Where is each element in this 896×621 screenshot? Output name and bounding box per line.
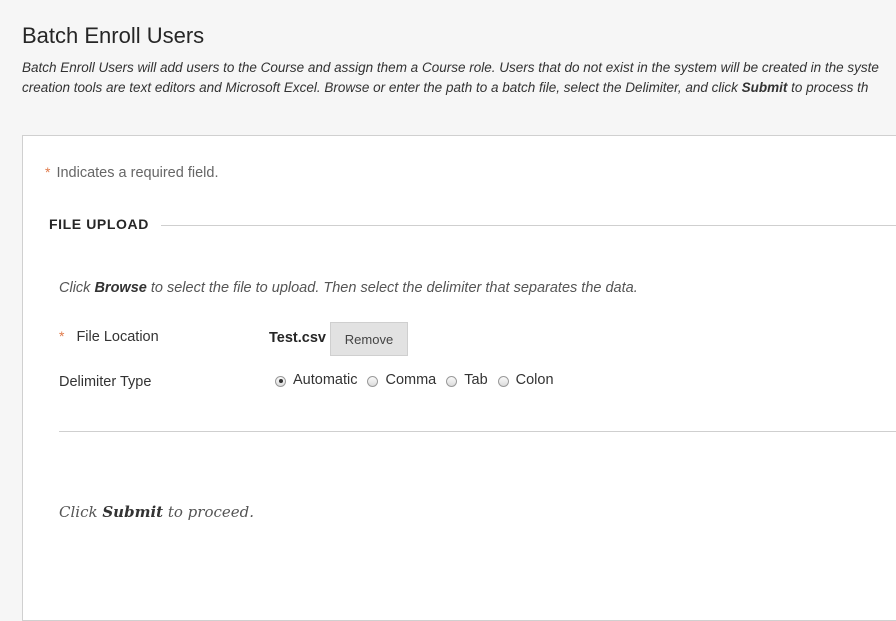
section-divider: [161, 225, 896, 226]
file-upload-section-header: FILE UPLOAD: [49, 216, 896, 236]
instructions-line1: Batch Enroll Users will add users to the…: [22, 60, 879, 75]
file-location-row: * File Location Test.csv Remove: [59, 322, 896, 356]
required-asterisk-icon: *: [45, 164, 51, 180]
upload-instructions-suffix: to select the file to upload. Then selec…: [146, 280, 638, 296]
submit-instructions-bold: Submit: [102, 503, 164, 521]
delimiter-option-label: Colon: [515, 372, 554, 388]
upload-instructions-browse: Browse: [94, 280, 147, 296]
form-divider: [59, 431, 896, 432]
delimiter-option-label: Comma: [385, 372, 437, 388]
instructions-line2: creation tools are text editors and Micr…: [22, 79, 742, 95]
delimiter-option-comma[interactable]: Comma: [367, 372, 436, 388]
upload-instructions-prefix: Click: [59, 280, 95, 296]
page-title: Batch Enroll Users: [22, 23, 205, 48]
file-location-label: * File Location: [59, 328, 159, 345]
instructions-line2-end: to process th: [787, 79, 869, 95]
required-field-note: * Indicates a required field.: [45, 164, 218, 181]
upload-instructions: Click Browse to select the file to uploa…: [59, 280, 638, 296]
delimiter-option-automatic[interactable]: Automatic: [275, 372, 357, 388]
section-title: FILE UPLOAD: [49, 216, 149, 232]
delimiter-type-row: Delimiter Type Automatic Comma Tab Colon: [59, 368, 896, 402]
delimiter-type-label: Delimiter Type: [59, 374, 152, 390]
page-header: Batch Enroll Users Batch Enroll Users wi…: [22, 20, 896, 97]
submit-instructions-prefix: Click: [59, 503, 103, 521]
required-note-text: Indicates a required field.: [56, 165, 219, 181]
instructions-submit-emphasis: Submit: [741, 79, 788, 95]
delimiter-option-label: Tab: [464, 372, 488, 388]
remove-file-button[interactable]: Remove: [330, 322, 408, 356]
file-location-label-text: File Location: [76, 329, 159, 345]
radio-unchecked-icon[interactable]: [446, 375, 458, 387]
radio-unchecked-icon[interactable]: [367, 375, 379, 387]
delimiter-option-tab[interactable]: Tab: [446, 372, 488, 388]
submit-instructions-suffix: to proceed.: [163, 503, 255, 521]
delimiter-radio-group: Automatic Comma Tab Colon: [275, 372, 564, 388]
selected-file-name: Test.csv: [269, 330, 326, 346]
submit-instructions: Click Submit to proceed.: [59, 503, 254, 521]
delimiter-option-label: Automatic: [293, 372, 358, 388]
radio-unchecked-icon[interactable]: [497, 375, 509, 387]
batch-enroll-form: * Indicates a required field. FILE UPLOAD…: [22, 135, 896, 621]
delimiter-option-colon[interactable]: Colon: [497, 372, 554, 388]
radio-checked-icon[interactable]: [275, 375, 286, 387]
page-instructions: Batch Enroll Users will add users to the…: [22, 58, 896, 97]
required-asterisk-icon: *: [59, 328, 65, 344]
